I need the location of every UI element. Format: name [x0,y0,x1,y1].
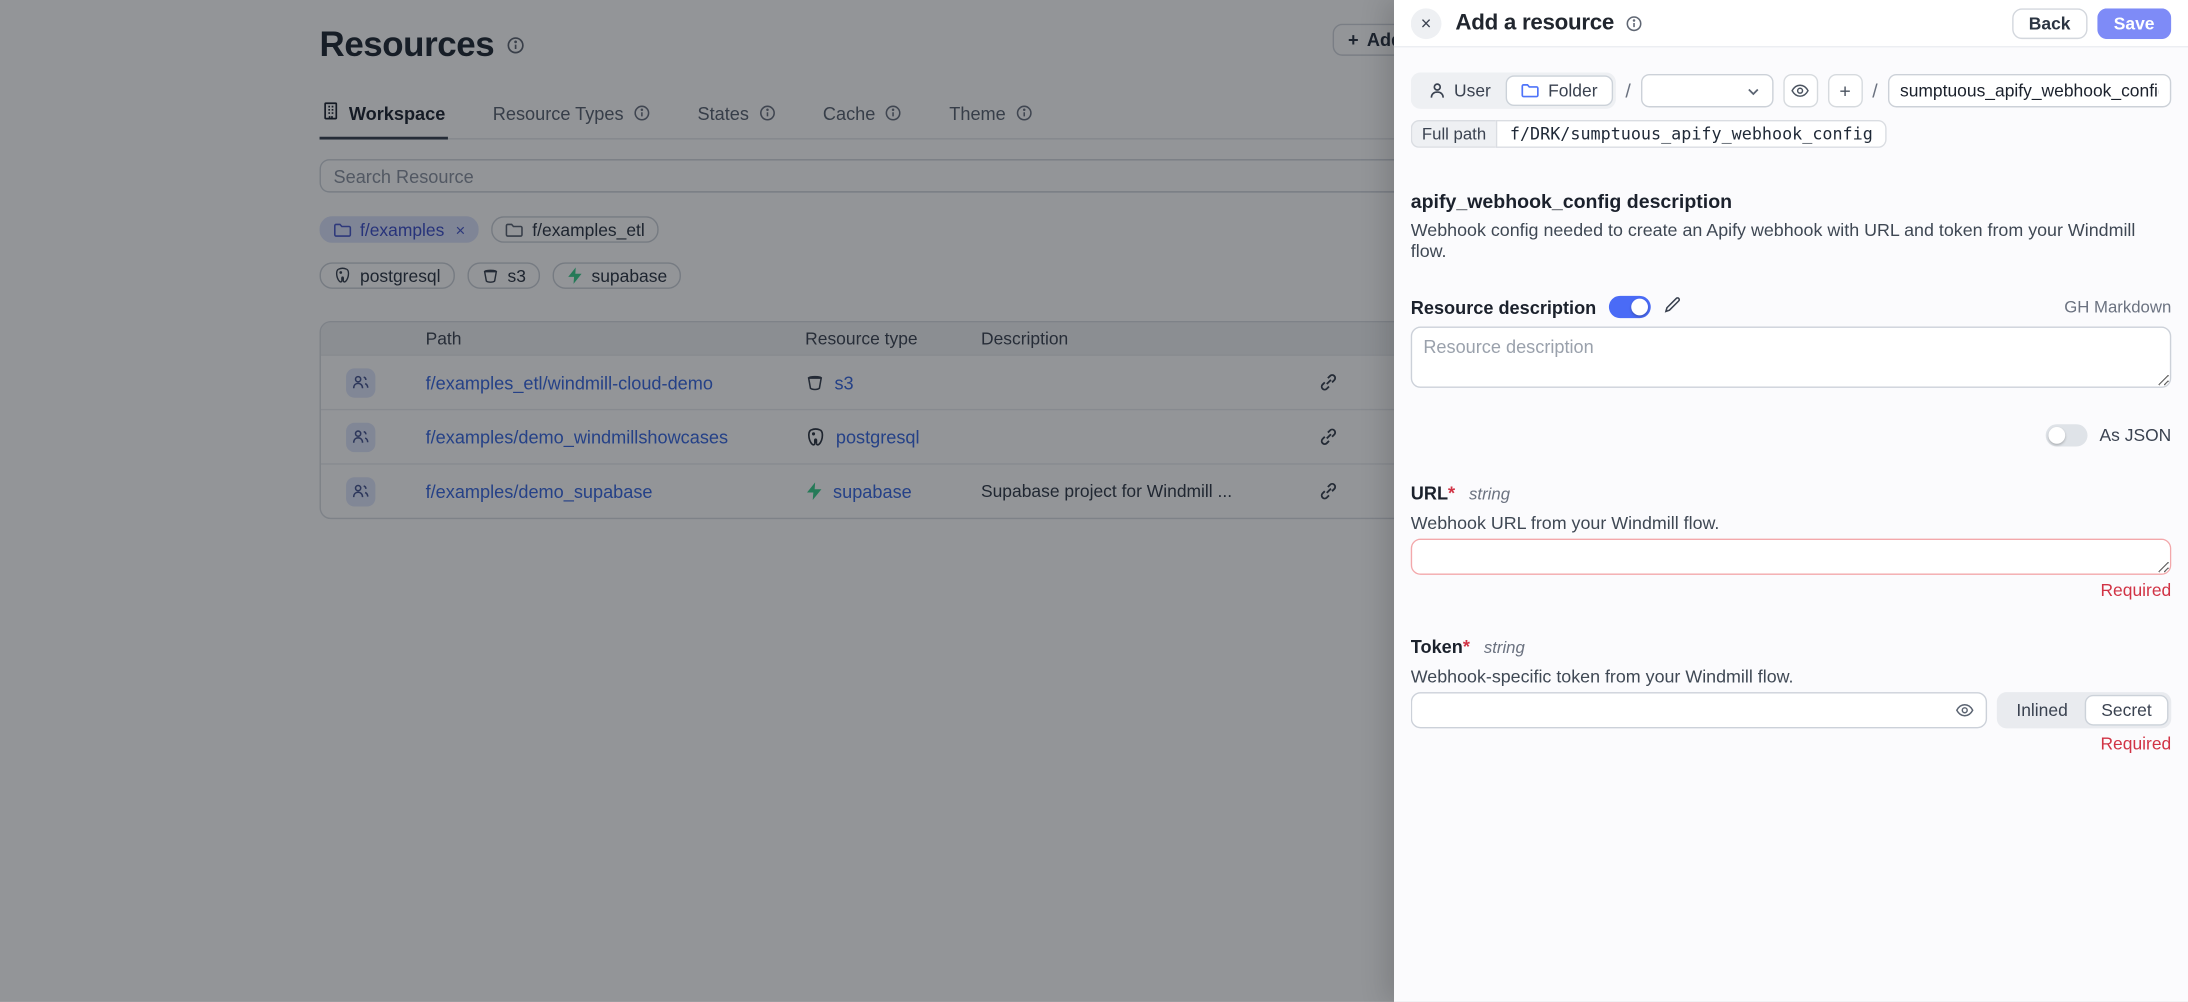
chevron-down-icon [1745,83,1760,98]
token-required-error: Required [1411,734,2171,754]
full-path-label: Full path [1411,120,1496,148]
drawer-title: Add a resource [1455,10,1614,35]
new-folder-button[interactable]: + [1828,74,1863,107]
full-path: Full path f/DRK/sumptuous_apify_webhook_… [1411,120,1887,148]
token-row: Inlined Secret [1411,692,2171,728]
token-field-help: Webhook-specific token from your Windmil… [1411,666,2171,687]
owner-kind-toggle: User Folder [1411,73,1616,109]
owner-folder-option[interactable]: Folder [1506,75,1613,106]
path-separator: / [1872,80,1877,102]
resource-description-row: Resource description GH Markdown [1411,296,2171,318]
view-folder-button[interactable] [1783,74,1818,107]
url-field-help: Webhook URL from your Windmill flow. [1411,512,2171,533]
url-field-type: string [1469,484,1510,504]
token-storage-toggle: Inlined Secret [1997,692,2171,728]
resource-type-description-text: Webhook config needed to create an Apify… [1411,219,2171,261]
resource-name-input[interactable] [1887,74,2171,107]
save-button[interactable]: Save [2097,8,2171,39]
url-field-label: URL* [1411,483,1455,504]
full-path-value: f/DRK/sumptuous_apify_webhook_config [1496,120,1887,148]
path-separator: / [1625,80,1630,102]
resource-description-textarea[interactable] [1411,327,2171,388]
as-json-row: As JSON [1411,424,2171,446]
url-field-label-row: URL* string [1411,483,2171,504]
resource-description-label: Resource description [1411,297,1597,318]
eye-icon [1791,82,1811,99]
screen: Resources + Add Workspace Resource Types [0,0,2188,1002]
token-input[interactable] [1423,700,1955,721]
close-icon[interactable]: × [1411,8,1442,39]
token-field-label-row: Token* string [1411,636,2171,657]
url-required-error: Required [1411,580,2171,600]
pencil-icon [1663,296,1681,318]
as-json-toggle[interactable] [2045,424,2087,446]
required-asterisk: * [1463,636,1470,657]
markdown-hint: GH Markdown [2064,297,2171,317]
add-resource-drawer: × Add a resource Back Save User [1394,0,2188,1002]
info-icon [1625,15,1642,32]
as-json-label: As JSON [2100,426,2172,446]
url-input[interactable] [1411,539,2171,575]
back-button[interactable]: Back [2012,8,2087,39]
token-input-box [1411,692,1987,728]
required-asterisk: * [1448,483,1455,504]
token-field-type: string [1484,638,1525,658]
secret-option[interactable]: Secret [2085,695,2169,726]
inlined-option[interactable]: Inlined [2000,695,2085,726]
description-edit-toggle[interactable] [1609,296,1651,318]
token-field-label: Token* [1411,636,1470,657]
user-icon [1429,82,1446,99]
folder-icon [1522,82,1540,99]
eye-icon[interactable] [1955,702,1975,719]
plus-icon: + [1839,80,1850,102]
path-builder: User Folder / + / [1411,73,2171,109]
resource-type-description-heading: apify_webhook_config description [1411,190,2171,212]
drawer-header: × Add a resource Back Save [1394,0,2188,47]
folder-select[interactable] [1641,74,1774,107]
owner-user-option[interactable]: User [1414,75,1507,106]
